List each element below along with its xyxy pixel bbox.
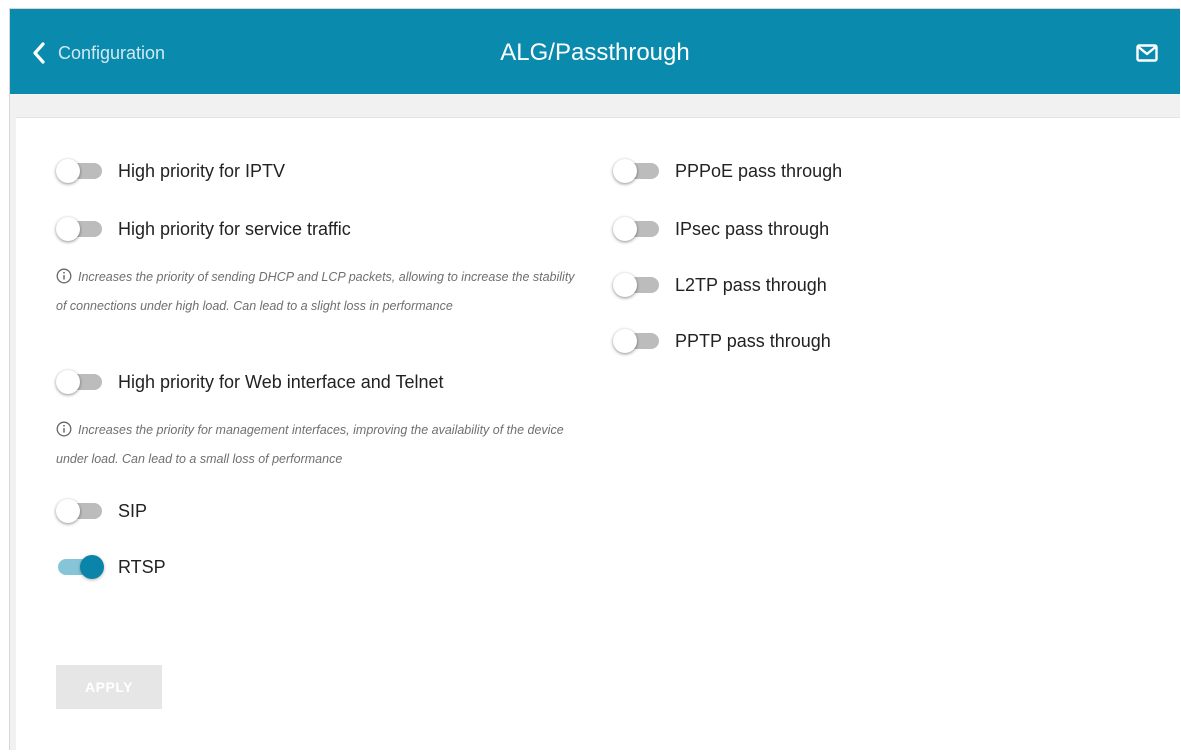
pptp-toggle[interactable]: [613, 326, 663, 356]
iptv-row: High priority for IPTV: [56, 156, 285, 186]
pppoe-toggle[interactable]: [613, 156, 663, 186]
pptp-row: PPTP pass through: [613, 326, 831, 356]
service-traffic-toggle[interactable]: [56, 214, 106, 244]
l2tp-label: L2TP pass through: [675, 274, 827, 295]
apply-button[interactable]: APPLY: [56, 665, 162, 709]
sip-toggle[interactable]: [56, 496, 106, 526]
l2tp-toggle[interactable]: [613, 270, 663, 300]
page-title: ALG/Passthrough: [500, 39, 690, 66]
pppoe-label: PPPoE pass through: [675, 160, 843, 181]
info-icon: [56, 420, 72, 446]
ipsec-label: IPsec pass through: [675, 218, 830, 239]
rtsp-toggle[interactable]: [56, 552, 106, 582]
iptv-label: High priority for IPTV: [118, 160, 286, 181]
web-telnet-hint-text: Increases the priority for management in…: [56, 423, 564, 466]
service-traffic-label: High priority for service traffic: [118, 218, 351, 239]
sip-row: SIP: [56, 496, 147, 526]
ipsec-row: IPsec pass through: [613, 214, 829, 244]
web-telnet-row: High priority for Web interface and Teln…: [56, 367, 444, 397]
info-icon: [56, 267, 72, 293]
rtsp-row: RTSP: [56, 552, 166, 582]
l2tp-row: L2TP pass through: [613, 270, 827, 300]
service-traffic-row: High priority for service traffic: [56, 214, 351, 244]
web-telnet-toggle[interactable]: [56, 367, 106, 397]
service-traffic-hint: Increases the priority of sending DHCP a…: [56, 264, 581, 319]
pptp-label: PPTP pass through: [675, 330, 831, 351]
header-bar: Configuration ALG/Passthrough: [10, 9, 1180, 94]
sip-label: SIP: [118, 500, 148, 521]
settings-panel: High priority for IPTV High priority for…: [16, 117, 1180, 752]
mail-icon[interactable]: [1136, 44, 1158, 67]
iptv-toggle[interactable]: [56, 156, 106, 186]
rtsp-label: RTSP: [118, 556, 166, 577]
service-traffic-hint-text: Increases the priority of sending DHCP a…: [56, 270, 575, 313]
app-frame: Configuration ALG/Passthrough High prior…: [9, 8, 1180, 752]
ipsec-toggle[interactable]: [613, 214, 663, 244]
web-telnet-hint: Increases the priority for management in…: [56, 417, 581, 472]
pppoe-row: PPPoE pass through: [613, 156, 842, 186]
web-telnet-label: High priority for Web interface and Teln…: [118, 371, 444, 392]
